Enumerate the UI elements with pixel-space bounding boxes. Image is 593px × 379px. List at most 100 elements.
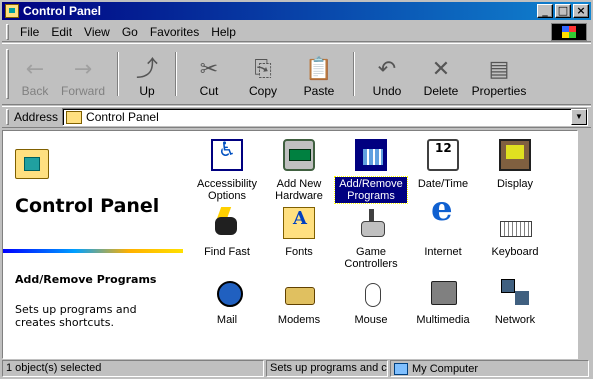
keyboard-icon [499, 207, 532, 239]
cut-button[interactable]: ✂ Cut [183, 44, 235, 104]
address-field[interactable]: Control Panel ▼ [62, 108, 588, 126]
internet-icon [427, 203, 459, 239]
back-button[interactable]: ← Back [15, 44, 55, 104]
item-label: Multimedia [416, 314, 470, 326]
status-zone: My Computer [390, 360, 589, 377]
toolbar-label: Delete [423, 84, 459, 98]
menu-help[interactable]: Help [205, 25, 242, 39]
item-add-remove-programs[interactable]: Add/Remove Programs [334, 131, 408, 204]
add-hardware-icon [283, 139, 315, 171]
status-description: Sets up programs and cre [266, 360, 388, 377]
accessibility-icon [211, 139, 243, 171]
delete-icon: ✕ [431, 57, 451, 82]
menu-edit[interactable]: Edit [45, 25, 78, 39]
item-display[interactable]: Display [479, 131, 551, 191]
item-accessibility[interactable]: Accessibility Options [191, 131, 263, 203]
date-time-icon [427, 139, 459, 171]
status-zone-label: My Computer [412, 362, 479, 375]
status-selection: 1 object(s) selected [2, 360, 264, 377]
item-label: Mail [216, 314, 238, 326]
item-game-controllers[interactable]: Game Controllers [335, 199, 407, 271]
modems-icon [283, 275, 315, 307]
item-label: Keyboard [491, 246, 539, 258]
paste-button[interactable]: 📋 Paste [291, 44, 347, 104]
delete-button[interactable]: ✕ Delete [413, 44, 469, 104]
item-network[interactable]: Network [479, 267, 551, 327]
standard-toolbar: ← Back → Forward ⤴ Up ✂ Cut ⎘ Copy 📋 Paste ↶ Undo ✕ Del… [2, 43, 591, 105]
forward-button[interactable]: → Forward [55, 44, 111, 104]
item-label: Mouse [354, 314, 388, 326]
toolbar-label: Up [139, 84, 155, 98]
menu-grip[interactable] [6, 23, 9, 40]
multimedia-icon [427, 275, 459, 307]
mouse-icon [355, 275, 387, 307]
toolbar-label: Paste [303, 84, 335, 98]
address-label: Address [14, 110, 59, 124]
item-modems[interactable]: Modems [263, 267, 335, 327]
toolbar-grip[interactable] [6, 49, 9, 99]
menu-view[interactable]: View [78, 25, 116, 39]
vertical-scrollbar[interactable] [578, 130, 591, 359]
mail-icon [211, 275, 243, 307]
windows-logo-icon [551, 23, 587, 41]
item-label: Network [494, 314, 536, 326]
item-find-fast[interactable]: Find Fast [191, 199, 263, 259]
properties-icon: ▤ [488, 57, 510, 82]
web-view-panel: Control Panel Add/Remove Programs Sets u… [3, 131, 183, 358]
menu-bar: File Edit View Go Favorites Help [2, 22, 591, 42]
find-fast-icon [211, 207, 243, 239]
undo-icon: ↶ [377, 57, 397, 82]
menu-file[interactable]: File [14, 25, 45, 39]
add-remove-programs-icon [355, 139, 387, 171]
status-bar: 1 object(s) selected Sets up programs an… [2, 360, 591, 378]
item-mail[interactable]: Mail [191, 267, 263, 327]
menu-favorites[interactable]: Favorites [144, 25, 205, 39]
item-label: Internet [424, 246, 462, 258]
up-button[interactable]: ⤴ Up [125, 44, 169, 104]
item-add-hardware[interactable]: Add New Hardware [263, 131, 335, 203]
selected-item-description: Sets up programs and creates shortcuts. [15, 303, 137, 329]
item-label: Display [496, 178, 534, 190]
toolbar-separator [353, 52, 355, 96]
title-bar[interactable]: Control Panel _ □ × [2, 2, 591, 20]
my-computer-icon [394, 362, 408, 375]
up-folder-icon: ⤴ [135, 57, 158, 82]
address-grip[interactable] [6, 109, 9, 125]
item-label: Find Fast [204, 246, 250, 258]
selected-item-title: Add/Remove Programs [15, 273, 157, 286]
maximize-button[interactable]: □ [555, 4, 571, 18]
gradient-divider [3, 249, 183, 253]
icon-grid: Accessibility OptionsAdd New HardwareAdd… [187, 131, 577, 358]
item-label: Modems [277, 314, 321, 326]
item-internet[interactable]: Internet [407, 199, 479, 259]
control-panel-icon [5, 4, 19, 18]
toolbar-label: Cut [199, 84, 219, 98]
address-bar: Address Control Panel ▼ [2, 106, 591, 128]
item-mouse[interactable]: Mouse [335, 267, 407, 327]
chevron-down-icon[interactable]: ▼ [571, 109, 587, 125]
back-arrow-icon: ← [25, 57, 45, 82]
toolbar-separator [175, 52, 177, 96]
forward-arrow-icon: → [73, 57, 93, 82]
item-date-time[interactable]: Date/Time [407, 131, 479, 191]
menu-go[interactable]: Go [116, 25, 144, 39]
scissors-icon: ✂ [199, 57, 219, 82]
toolbar-label: Copy [248, 84, 277, 98]
item-fonts[interactable]: Fonts [263, 199, 335, 259]
fonts-icon [283, 207, 315, 239]
undo-button[interactable]: ↶ Undo [361, 44, 413, 104]
clipboard-icon: 📋 [305, 57, 333, 82]
properties-button[interactable]: ▤ Properties [469, 44, 529, 104]
item-label: Fonts [285, 246, 313, 258]
toolbar-label: Undo [372, 84, 402, 98]
item-keyboard[interactable]: Keyboard [479, 199, 551, 259]
address-value[interactable]: Control Panel [86, 110, 159, 124]
toolbar-separator [117, 52, 119, 96]
control-panel-window: Control Panel _ □ × File Edit View Go Fa… [0, 0, 593, 379]
minimize-button[interactable]: _ [537, 4, 553, 18]
control-panel-small-icon [66, 110, 83, 124]
copy-button[interactable]: ⎘ Copy [235, 44, 291, 104]
close-button[interactable]: × [573, 4, 589, 18]
item-multimedia[interactable]: Multimedia [407, 267, 479, 327]
copy-icon: ⎘ [254, 57, 272, 82]
